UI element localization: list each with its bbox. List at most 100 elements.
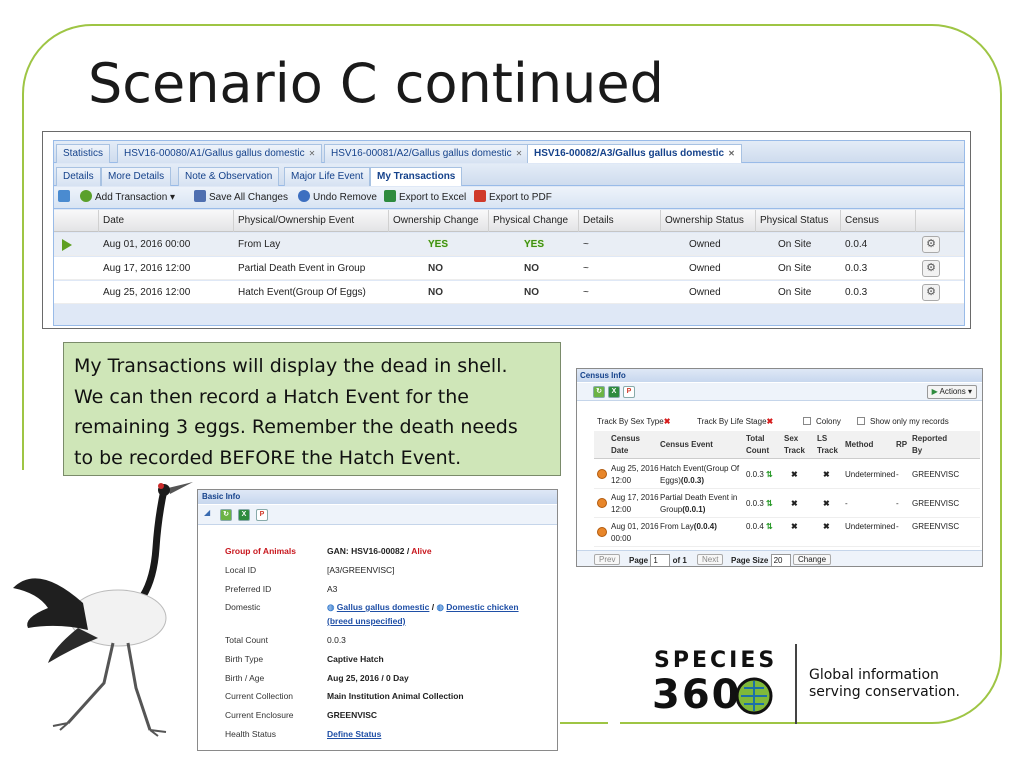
census-row[interactable]: Aug 25, 2016 12:00 Hatch Event(Group Of Eg…: [594, 460, 980, 489]
export-pdf-button[interactable]: Export to PDF: [474, 190, 552, 206]
close-icon[interactable]: ✕: [728, 149, 735, 158]
checkbox[interactable]: [803, 417, 811, 425]
census-row[interactable]: Aug 01, 2016 00:00 From Lay(0.0.4) 0.0.4 …: [594, 518, 980, 547]
change-button[interactable]: Change: [793, 554, 832, 565]
undo-icon: [298, 190, 310, 202]
logo-360-text: 360: [652, 672, 742, 718]
page-input[interactable]: 1: [650, 554, 671, 566]
show-mine-checkbox[interactable]: Show only my records: [857, 417, 949, 426]
slide-title: Scenario C continued: [88, 52, 664, 115]
column-header-physical-change[interactable]: Physical Change: [489, 210, 579, 232]
button-label: Actions: [939, 387, 966, 396]
tab-details[interactable]: Details: [56, 167, 101, 186]
close-icon: ✖: [823, 499, 830, 508]
column-header-ls-track[interactable]: LS Track: [817, 433, 838, 457]
cell-ownership-status: Owned: [689, 263, 721, 274]
tab-more-details[interactable]: More Details: [101, 167, 172, 186]
close-icon: ✖: [663, 417, 671, 426]
tab-record-a2[interactable]: HSV16-00081/A2/Gallus gallus domestic ✕: [324, 144, 530, 163]
breed-link[interactable]: Domestic chicken: [446, 602, 518, 612]
checkbox[interactable]: [857, 417, 865, 425]
column-header-physical-status[interactable]: Physical Status: [756, 210, 841, 232]
field-value-domestic-breed[interactable]: (breed unspecified): [327, 616, 405, 626]
tab-note-observation[interactable]: Note & Observation: [178, 167, 280, 186]
table-row[interactable]: Aug 01, 2016 00:00 From Lay YES YES ~ Ow…: [54, 233, 964, 256]
globe-icon: ◍: [436, 602, 444, 612]
page-size-group: Page Size 20: [731, 554, 791, 566]
pdf-icon: [474, 190, 486, 202]
tab-statistics[interactable]: Statistics: [56, 144, 111, 163]
table-row[interactable]: Aug 25, 2016 12:00 Hatch Event(Group Of …: [54, 281, 964, 304]
export-excel-button[interactable]: Export to Excel: [384, 190, 466, 206]
tab-record-a3[interactable]: HSV16-00082/A3/Gallus gallus domestic ✕: [527, 144, 742, 163]
updown-icon: ⇅: [766, 522, 773, 531]
gear-icon[interactable]: ⚙: [922, 236, 940, 253]
field-label: Birth Type: [225, 654, 264, 664]
button-label: Undo Remove: [313, 192, 377, 203]
tab-major-life-event[interactable]: Major Life Event: [284, 167, 371, 186]
gear-icon[interactable]: ⚙: [922, 260, 940, 277]
column-header-sex-track[interactable]: Sex Track: [784, 433, 805, 457]
logo-tagline: Global information serving conservation.: [809, 667, 960, 701]
tab-my-transactions[interactable]: My Transactions: [370, 167, 463, 186]
column-header-census[interactable]: Census: [841, 210, 916, 232]
column-header-rp[interactable]: RP: [896, 439, 907, 451]
column-header-ownership-change[interactable]: Ownership Change: [389, 210, 489, 232]
save-all-button[interactable]: Save All Changes: [194, 190, 288, 206]
tab-record-a1[interactable]: HSV16-00080/A1/Gallus gallus domestic ✕: [117, 144, 323, 163]
cell-census: 0.0.3: [845, 287, 868, 298]
page-size-input[interactable]: 20: [770, 554, 791, 566]
gear-icon[interactable]: ⚙: [922, 284, 940, 301]
field-label: Current Collection: [225, 691, 294, 701]
button-label: Save All Changes: [209, 192, 288, 203]
close-icon: ✖: [823, 470, 830, 479]
colony-checkbox[interactable]: Colony: [803, 417, 841, 426]
table-row[interactable]: Aug 17, 2016 12:00 Partial Death Event i…: [54, 257, 964, 280]
field-label: Health Status: [225, 729, 277, 739]
life-stage-filter[interactable]: Track By Life Stage✖: [697, 417, 773, 426]
column-header-details[interactable]: Details: [579, 210, 661, 232]
close-icon[interactable]: ✕: [516, 149, 523, 158]
cell-event: Partial Death Event in Group: [238, 263, 366, 274]
undo-remove-button[interactable]: Undo Remove: [298, 190, 377, 206]
transactions-panel: Statistics HSV16-00080/A1/Gallus gallus …: [42, 131, 971, 329]
column-header-total-count[interactable]: Total Count: [746, 433, 769, 457]
cell-total-count: 0.0.4 ⇅: [746, 522, 773, 531]
column-header-method[interactable]: Method: [845, 439, 873, 451]
taxon-link[interactable]: Gallus gallus domestic: [337, 602, 430, 612]
cell-rp: -: [896, 499, 899, 508]
census-row[interactable]: Aug 17, 2016 12:00 Partial Death Event in…: [594, 489, 980, 518]
close-icon: ✖: [766, 417, 774, 426]
cell-ownership-status: Owned: [689, 287, 721, 298]
column-header-reported-by[interactable]: Reported By: [912, 433, 947, 457]
column-header-census-event[interactable]: Census Event: [660, 439, 713, 451]
excel-icon[interactable]: X: [608, 386, 620, 398]
cell-total-count: 0.0.3 ⇅: [746, 470, 773, 479]
column-header-date[interactable]: Date: [99, 210, 234, 232]
column-header-census-date[interactable]: Census Date: [611, 433, 640, 457]
refresh-icon[interactable]: ↻: [220, 509, 232, 521]
cell-census-date: Aug 17, 2016 12:00: [611, 493, 659, 514]
excel-icon[interactable]: X: [238, 509, 250, 521]
close-icon[interactable]: ✕: [309, 149, 316, 158]
detail-tab-bar: Details More Details Note & Observation …: [54, 164, 964, 186]
next-page-button[interactable]: Next: [697, 554, 724, 565]
actions-button[interactable]: ▶ Actions ▾: [926, 385, 977, 399]
pdf-icon[interactable]: P: [623, 386, 635, 398]
sex-type-filter[interactable]: Track By Sex Type✖: [597, 417, 670, 426]
tab-label: HSV16-00081/A2/Gallus gallus domestic: [331, 148, 512, 159]
column-header-ownership-status[interactable]: Ownership Status: [661, 210, 756, 232]
refresh-button[interactable]: [58, 190, 73, 206]
cell-physical-change: NO: [524, 287, 539, 298]
tab-label: HSV16-00080/A1/Gallus gallus domestic: [124, 148, 305, 159]
note-line: remaining 3 eggs. Remember the death nee…: [74, 416, 518, 438]
column-header-event[interactable]: Physical/Ownership Event: [234, 210, 389, 232]
cell-physical-change: NO: [524, 263, 539, 274]
define-status-link[interactable]: Define Status: [327, 729, 381, 739]
cell-census-date: Aug 25, 2016 12:00: [611, 464, 659, 485]
collapse-icon[interactable]: ◢: [204, 508, 210, 517]
prev-page-button[interactable]: Prev: [594, 554, 621, 565]
refresh-icon[interactable]: ↻: [593, 386, 605, 398]
pdf-icon[interactable]: P: [256, 509, 268, 521]
add-transaction-button[interactable]: Add Transaction ▾: [80, 190, 175, 206]
